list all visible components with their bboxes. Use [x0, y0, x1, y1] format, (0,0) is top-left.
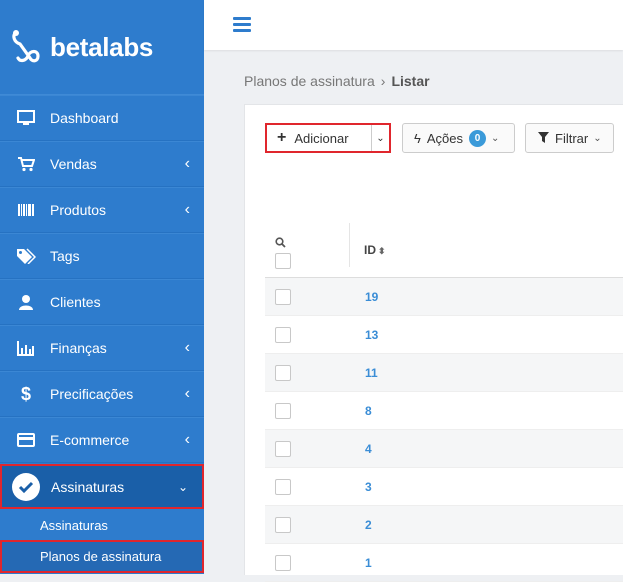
row-checkbox[interactable] [275, 365, 291, 381]
chevron-down-icon: ⌄ [593, 132, 602, 144]
sidebar: betalabs Dashboard Vendas ‹ Produtos ‹ T… [0, 0, 204, 574]
add-button[interactable]: + Adicionar [267, 125, 372, 151]
row-checkbox[interactable] [275, 289, 291, 305]
table-row: 13 [265, 316, 623, 354]
breadcrumb: Planos de assinatura › Listar [244, 73, 430, 89]
submenu-item-label: Assinaturas [40, 517, 108, 533]
add-button-label: Adicionar [294, 130, 349, 146]
row-id-link[interactable]: 13 [365, 328, 378, 342]
actions-button-label: Ações [426, 130, 464, 146]
sidebar-item-produtos[interactable]: Produtos ‹ [0, 187, 204, 233]
column-divider [349, 223, 350, 267]
tags-icon [13, 246, 39, 266]
sidebar-item-label: Dashboard [50, 110, 119, 126]
barcode-icon [13, 200, 39, 220]
table-row: 8 [265, 392, 623, 430]
actions-button[interactable]: ϟ Ações 0 ⌄ [402, 123, 515, 153]
row-id-link[interactable]: 1 [365, 556, 372, 570]
row-id-link[interactable]: 11 [365, 366, 378, 380]
sidebar-item-clientes[interactable]: Clientes [0, 279, 204, 325]
breadcrumb-separator: › [380, 73, 386, 89]
sidebar-item-ecommerce[interactable]: E-commerce ‹ [0, 417, 204, 463]
betalabs-logo-icon [12, 30, 40, 63]
table-row: 1 [265, 544, 623, 582]
row-id-link[interactable]: 3 [365, 480, 372, 494]
chevron-left-icon: ‹ [184, 339, 190, 356]
row-checkbox[interactable] [275, 517, 291, 533]
chevron-down-icon: ⌄ [177, 479, 188, 494]
add-dropdown-toggle[interactable]: ⌄ [372, 133, 389, 144]
row-id-link[interactable]: 8 [365, 404, 372, 418]
row-id-link[interactable]: 2 [365, 518, 372, 532]
chevron-left-icon: ‹ [184, 201, 190, 218]
add-button-group: + Adicionar ⌄ [265, 123, 391, 153]
sidebar-menu: Dashboard Vendas ‹ Produtos ‹ Tags Clien… [0, 95, 204, 509]
table-row: 2 [265, 506, 623, 544]
sidebar-item-label: Clientes [50, 294, 101, 310]
id-column-header[interactable]: ID ⬍ [364, 243, 386, 257]
select-all-checkbox[interactable] [275, 253, 291, 269]
sidebar-item-label: Finanças [50, 340, 107, 356]
row-checkbox[interactable] [275, 555, 291, 571]
dollar-icon: $ [20, 383, 31, 404]
topbar [204, 0, 623, 50]
sidebar-item-label: Tags [50, 248, 80, 264]
submenu-item-assinaturas[interactable]: Assinaturas [0, 510, 204, 540]
row-checkbox[interactable] [275, 479, 291, 495]
sidebar-item-vendas[interactable]: Vendas ‹ [0, 141, 204, 187]
brand-name: betalabs [50, 31, 154, 62]
search-icon[interactable] [275, 235, 286, 253]
plus-icon: + [277, 129, 287, 146]
sidebar-item-financas[interactable]: Finanças ‹ [0, 325, 204, 371]
row-checkbox[interactable] [275, 441, 291, 457]
sidebar-item-label: Vendas [50, 156, 97, 172]
table-row: 11 [265, 354, 623, 392]
table-row: 19 [265, 278, 623, 316]
row-id-link[interactable]: 4 [365, 442, 372, 456]
table-row: 4 [265, 430, 623, 468]
hamburger-menu-icon[interactable] [233, 17, 251, 32]
row-id-link[interactable]: 19 [365, 290, 378, 304]
filter-button-label: Filtrar [555, 130, 589, 146]
chevron-down-icon: ⌄ [376, 132, 385, 144]
credit-card-icon [13, 430, 39, 450]
sidebar-item-label: E-commerce [50, 432, 130, 448]
sort-icon: ⬍ [378, 246, 386, 256]
table-row: 3 [265, 468, 623, 506]
sidebar-item-precificacoes[interactable]: $ Precificações ‹ [0, 371, 204, 417]
breadcrumb-parent[interactable]: Planos de assinatura [244, 73, 375, 89]
monitor-icon [13, 108, 39, 128]
sidebar-item-dashboard[interactable]: Dashboard [0, 95, 204, 141]
sidebar-item-label: Produtos [50, 202, 107, 218]
filter-icon [538, 131, 549, 146]
breadcrumb-current: Listar [391, 73, 430, 89]
plans-table: ID ⬍ 19 13 11 8 4 3 2 1 [265, 223, 623, 582]
bar-chart-icon [13, 338, 39, 358]
row-checkbox[interactable] [275, 403, 291, 419]
logo[interactable]: betalabs [0, 0, 204, 95]
cart-icon [13, 154, 39, 174]
sidebar-item-tags[interactable]: Tags [0, 233, 204, 279]
lightning-icon: ϟ [414, 130, 421, 146]
submenu-item-planos-de-assinatura[interactable]: Planos de assinatura [0, 540, 204, 573]
sidebar-item-label: Precificações [50, 386, 134, 402]
list-panel: + Adicionar ⌄ ϟ Ações 0 ⌄ Filtrar ⌄ ID⬍ [244, 104, 623, 582]
actions-count-badge: 0 [469, 129, 487, 147]
check-circle-icon [12, 472, 40, 501]
chevron-down-icon: ⌄ [491, 132, 500, 144]
chevron-left-icon: ‹ [184, 385, 190, 402]
sidebar-item-label: Assinaturas [51, 478, 125, 495]
sidebar-item-assinaturas[interactable]: Assinaturas ⌄ [0, 464, 204, 509]
filter-button[interactable]: Filtrar ⌄ [525, 123, 614, 153]
table-header: ID ⬍ [265, 223, 623, 278]
user-icon [13, 292, 39, 312]
submenu-item-label: Planos de assinatura [40, 549, 162, 564]
row-checkbox[interactable] [275, 327, 291, 343]
chevron-left-icon: ‹ [184, 155, 190, 172]
chevron-left-icon: ‹ [184, 431, 190, 448]
